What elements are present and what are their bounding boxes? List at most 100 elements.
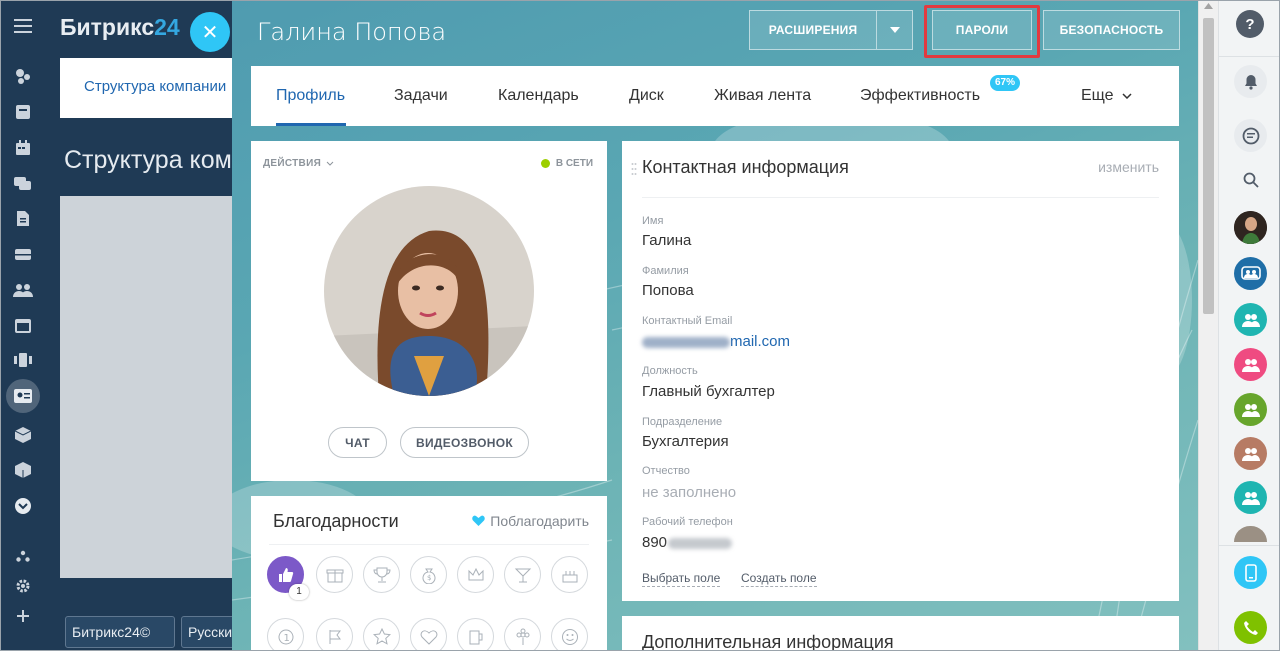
tab-calendar[interactable]: Календарь [498, 87, 579, 105]
contact-info-title: Контактная информация [642, 157, 849, 177]
document-icon[interactable] [11, 206, 35, 230]
background-tab[interactable]: Структура компании [84, 78, 230, 95]
tab-profile[interactable]: Профиль [276, 87, 345, 105]
field-value-email[interactable]: mail.com [642, 333, 790, 350]
scrollbar-thumb[interactable] [1203, 18, 1214, 314]
chevron-down-icon[interactable] [876, 11, 912, 49]
user-group-icon[interactable] [1234, 437, 1267, 470]
field-value-department: Бухгалтерия [642, 433, 729, 450]
drag-handle-icon[interactable] [631, 162, 637, 176]
notifications-icon[interactable] [1234, 65, 1267, 98]
phone-prefix: 890 [642, 534, 668, 551]
flower-icon[interactable] [504, 618, 541, 651]
calendar-icon[interactable] [11, 136, 35, 160]
redacted-text [642, 336, 730, 348]
tab-feed[interactable]: Живая лента [714, 87, 811, 105]
extensions-button[interactable]: РАСШИРЕНИЯ [749, 10, 913, 50]
field-label: Фамилия [642, 265, 689, 277]
user-avatar[interactable] [1234, 211, 1267, 244]
tab-more-label: Еще [1081, 87, 1114, 104]
number-one-icon[interactable]: 1 [267, 618, 304, 651]
divider [642, 197, 1159, 198]
user-group-icon[interactable] [1234, 303, 1267, 336]
crown-icon[interactable] [457, 556, 494, 593]
avatar[interactable] [324, 186, 534, 396]
contact-info-card: Контактная информация изменить Имя Галин… [622, 141, 1179, 601]
tab-tasks[interactable]: Задачи [394, 87, 448, 105]
structure-icon[interactable] [11, 544, 35, 568]
chat-button[interactable]: ЧАТ [328, 427, 387, 458]
box-icon[interactable] [11, 458, 35, 482]
star-icon[interactable] [363, 618, 400, 651]
profile-title: Галина Попова [257, 18, 447, 46]
field-label: Подразделение [642, 416, 723, 428]
drive-icon[interactable] [11, 242, 35, 266]
heart-outline-icon[interactable] [410, 618, 447, 651]
feed-icon[interactable] [11, 100, 35, 124]
logo-text: Битрикс [60, 14, 155, 40]
messenger-icon[interactable] [1234, 119, 1267, 152]
select-field-link[interactable]: Выбрать поле [642, 571, 721, 587]
search-icon[interactable] [1234, 163, 1267, 196]
gift-icon[interactable] [316, 556, 353, 593]
edit-link[interactable]: изменить [1098, 159, 1159, 175]
user-group-icon[interactable] [1234, 393, 1267, 426]
extensions-label: РАСШИРЕНИЯ [768, 23, 858, 37]
online-label: В СЕТИ [555, 158, 593, 169]
cup-icon[interactable] [363, 556, 400, 593]
employees-icon[interactable] [6, 379, 40, 413]
bitrix24-logo[interactable]: Битрикс24 [60, 14, 180, 41]
group-chat-icon[interactable] [1234, 257, 1267, 290]
activity-icon[interactable] [11, 64, 35, 88]
field-value-work-phone: 890 [642, 534, 733, 551]
group-icon[interactable] [11, 278, 35, 302]
smile-icon[interactable] [551, 618, 588, 651]
email-domain: mail.com [730, 333, 791, 350]
divider [1219, 56, 1280, 57]
user-group-icon[interactable] [1234, 348, 1267, 381]
tab-disk[interactable]: Диск [629, 87, 664, 105]
settings-icon[interactable] [11, 574, 35, 598]
menu-icon[interactable] [11, 14, 35, 38]
close-icon: ✕ [201, 21, 219, 44]
security-button[interactable]: БЕЗОПАСНОСТЬ [1043, 10, 1180, 50]
cube-icon[interactable] [11, 423, 35, 447]
field-label: Отчество [642, 465, 690, 477]
divider [269, 544, 589, 545]
apps-icon[interactable] [11, 348, 35, 372]
tab-more[interactable]: Еще [1081, 87, 1132, 105]
online-status: В СЕТИ [540, 158, 593, 169]
background-page-title: Структура компании [64, 146, 234, 174]
more-icon[interactable] [11, 494, 35, 518]
additional-info-title: Дополнительная информация [642, 632, 894, 651]
call-icon[interactable] [1234, 611, 1267, 644]
beer-icon[interactable] [457, 618, 494, 651]
profile-card: ДЕЙСТВИЯ В СЕТИ ЧАТ ВИДЕОЗВОНОК [251, 141, 607, 481]
cocktail-icon[interactable] [504, 556, 541, 593]
add-icon[interactable] [11, 604, 35, 628]
user-group-icon[interactable] [1234, 481, 1267, 514]
active-tab-indicator [276, 123, 346, 126]
cake-icon[interactable] [551, 556, 588, 593]
video-call-button[interactable]: ВИДЕОЗВОНОК [400, 427, 529, 458]
scrollbar[interactable] [1198, 0, 1218, 651]
tab-efficiency[interactable]: Эффективность [860, 87, 980, 105]
flag-icon[interactable] [316, 618, 353, 651]
footer-logo-button[interactable]: Битрикс24© [65, 616, 175, 648]
create-field-link[interactable]: Создать поле [741, 571, 817, 587]
help-icon[interactable]: ? [1236, 10, 1264, 38]
field-value-last-name: Попова [642, 282, 694, 299]
online-dot-icon [540, 159, 550, 168]
scroll-up-icon[interactable] [1204, 3, 1213, 9]
user-avatar[interactable] [1234, 526, 1267, 542]
chevron-down-icon [326, 161, 334, 166]
gratitude-card: Благодарности Поблагодарить 1 $ 1 [251, 496, 607, 651]
sites-icon[interactable] [11, 314, 35, 338]
phone-device-icon[interactable] [1234, 556, 1267, 589]
left-sidebar [0, 0, 46, 651]
chat-icon[interactable] [11, 172, 35, 196]
close-slider-button[interactable]: ✕ [190, 12, 230, 52]
thank-button[interactable]: Поблагодарить [472, 513, 589, 529]
actions-menu[interactable]: ДЕЙСТВИЯ [263, 158, 334, 169]
money-icon[interactable]: $ [410, 556, 447, 593]
